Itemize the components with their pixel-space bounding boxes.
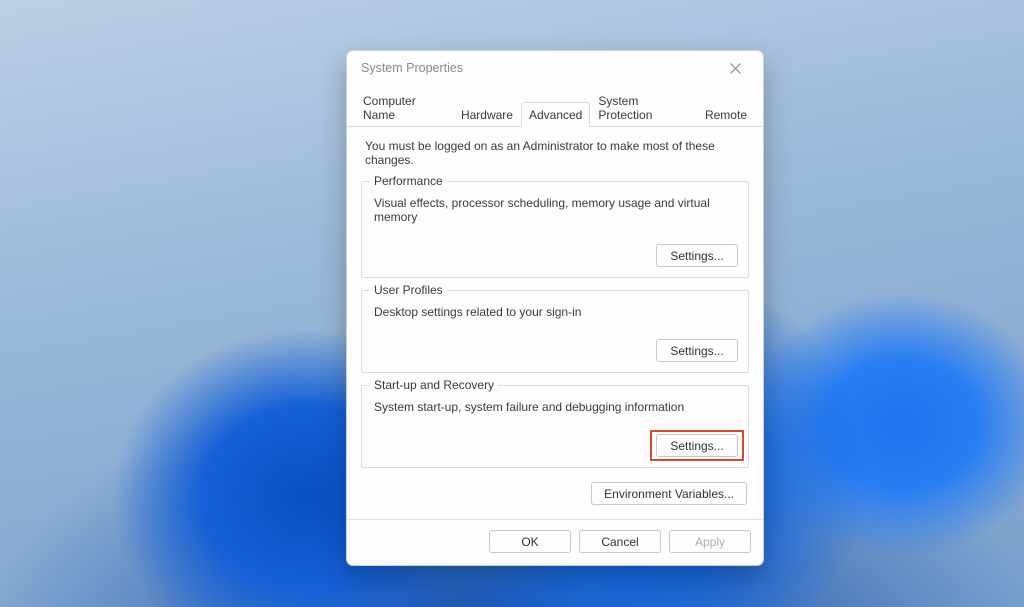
ok-button[interactable]: OK — [489, 530, 571, 553]
group-user-profiles-legend: User Profiles — [370, 283, 447, 297]
group-startup-recovery: Start-up and Recovery System start-up, s… — [361, 385, 749, 468]
tab-body-advanced: You must be logged on as an Administrato… — [347, 127, 763, 519]
user-profiles-settings-button[interactable]: Settings... — [656, 339, 738, 362]
window-title: System Properties — [361, 61, 717, 75]
close-button[interactable] — [717, 54, 753, 82]
titlebar: System Properties — [347, 51, 763, 85]
tab-remote[interactable]: Remote — [697, 102, 755, 127]
system-properties-dialog: System Properties Computer Name Hardware… — [346, 50, 764, 566]
group-performance: Performance Visual effects, processor sc… — [361, 181, 749, 278]
tab-advanced[interactable]: Advanced — [521, 102, 590, 127]
tab-computer-name[interactable]: Computer Name — [355, 88, 453, 127]
admin-note: You must be logged on as an Administrato… — [359, 137, 751, 175]
startup-recovery-settings-button[interactable]: Settings... — [656, 434, 738, 457]
group-startup-recovery-legend: Start-up and Recovery — [370, 378, 498, 392]
group-performance-legend: Performance — [370, 174, 447, 188]
tab-strip: Computer Name Hardware Advanced System P… — [347, 87, 763, 127]
tab-hardware[interactable]: Hardware — [453, 102, 521, 127]
group-user-profiles-desc: Desktop settings related to your sign-in — [372, 305, 738, 325]
tab-system-protection[interactable]: System Protection — [590, 88, 697, 127]
performance-settings-button[interactable]: Settings... — [656, 244, 738, 267]
dialog-footer: OK Cancel Apply — [347, 519, 763, 565]
close-icon — [730, 63, 741, 74]
group-performance-desc: Visual effects, processor scheduling, me… — [372, 196, 738, 230]
group-startup-recovery-desc: System start-up, system failure and debu… — [372, 400, 738, 420]
cancel-button[interactable]: Cancel — [579, 530, 661, 553]
environment-variables-button[interactable]: Environment Variables... — [591, 482, 747, 505]
group-user-profiles: User Profiles Desktop settings related t… — [361, 290, 749, 373]
apply-button[interactable]: Apply — [669, 530, 751, 553]
